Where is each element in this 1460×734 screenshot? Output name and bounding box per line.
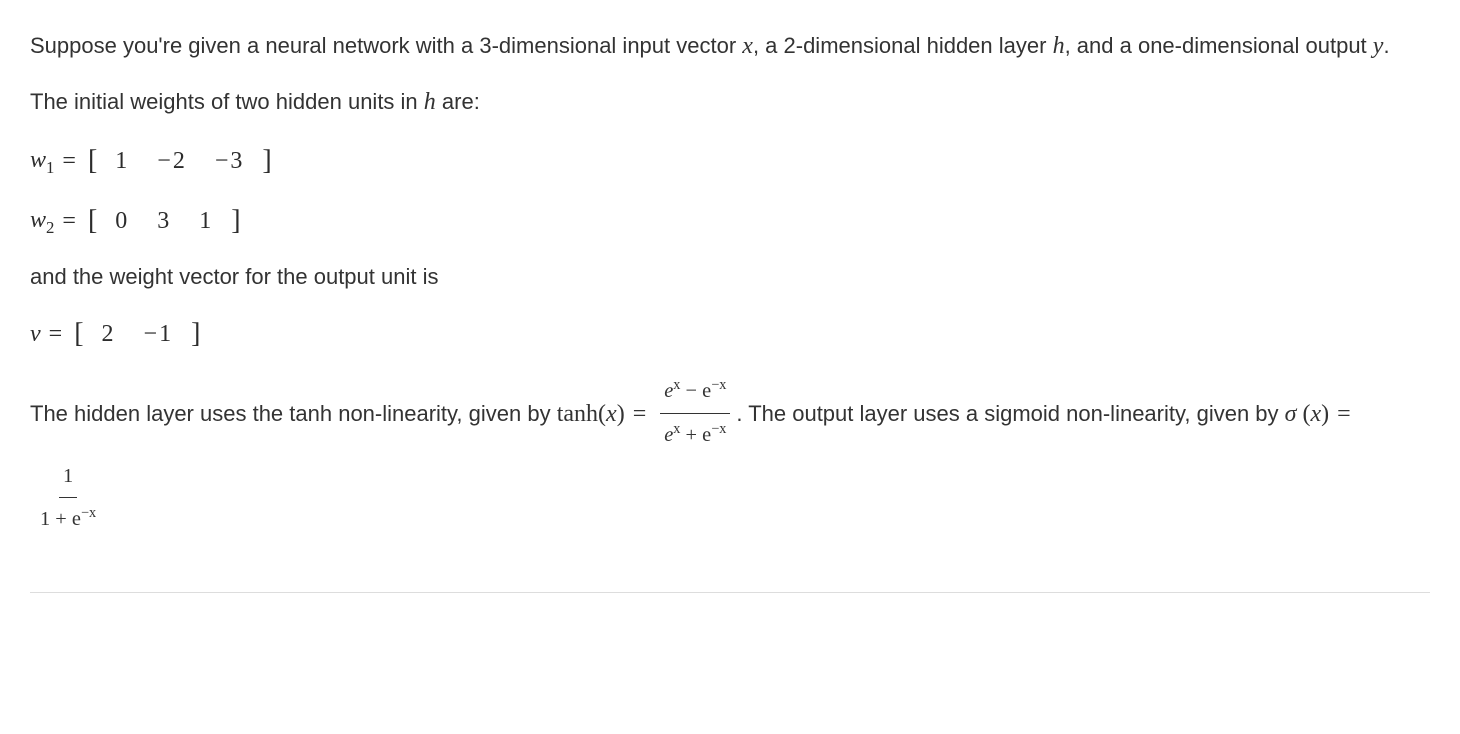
text-fragment: Suppose you're given a neural network wi… [30, 33, 742, 58]
text-fragment: . [1383, 33, 1389, 58]
subscript-2: 2 [46, 218, 54, 237]
matrix-values: 1 −2 −3 [97, 143, 262, 179]
denominator: 1 + e−x [36, 498, 100, 540]
matrix-value: 3 [157, 208, 171, 234]
matrix-value: 2 [102, 321, 116, 347]
matrix-value: 1 [115, 148, 129, 174]
output-weight-intro: and the weight vector for the output uni… [30, 260, 1430, 293]
one-plus-e: 1 + e [40, 508, 81, 530]
text-fragment: The hidden layer uses the tanh non-linea… [30, 401, 557, 426]
matrix-v: [ 2 −1 ] [74, 313, 200, 355]
sigmoid-fraction: 11 + e−x [36, 456, 100, 541]
weights-intro: The initial weights of two hidden units … [30, 84, 1430, 120]
variable-h: h [1053, 33, 1065, 59]
text-fragment: . The output layer uses a sigmoid non-li… [736, 401, 1284, 426]
matrix-values: 2 −1 [84, 316, 192, 352]
matrix-values: 0 3 1 [97, 203, 231, 239]
text-fragment: , a 2-dimensional hidden layer [753, 33, 1053, 58]
numerator: ex − e−x [660, 371, 730, 414]
equation-w2: w2 = [ 0 3 1 ] [30, 200, 1430, 242]
matrix-value: −1 [144, 321, 174, 347]
equals-sign: = [633, 401, 647, 427]
close-paren: ) [617, 401, 625, 427]
superscript-negx: −x [711, 421, 726, 437]
equals-sign: = [1337, 401, 1351, 427]
left-bracket: [ [88, 140, 97, 182]
right-bracket: ] [262, 140, 271, 182]
close-paren: ) [1321, 401, 1329, 427]
superscript-negx: −x [711, 377, 726, 393]
right-bracket: ] [231, 200, 240, 242]
right-bracket: ] [191, 313, 200, 355]
e-symbol: e [664, 380, 673, 402]
w1-symbol: w1 [30, 142, 54, 180]
text-fragment: are: [436, 89, 480, 114]
equals-sign: = [62, 203, 76, 239]
variable-x: x [606, 401, 617, 427]
tanh-fraction: ex − e−xex + e−x [660, 371, 730, 456]
plus-e: + e [680, 424, 711, 446]
denominator: ex + e−x [660, 414, 730, 456]
open-paren: ( [598, 401, 606, 427]
text-fragment: The initial weights of two hidden units … [30, 89, 424, 114]
matrix-value: 1 [199, 208, 213, 234]
w2-symbol: w2 [30, 202, 54, 240]
e-symbol: e [664, 424, 673, 446]
variable-x: x [742, 33, 753, 59]
tanh-expression: tanh(x)=ex − e−xex + e−x [557, 401, 737, 427]
equals-sign: = [49, 316, 63, 352]
matrix-value: −2 [157, 148, 187, 174]
variable-h: h [424, 89, 436, 115]
matrix-w1: [ 1 −2 −3 ] [88, 140, 272, 182]
text-fragment: , and a one-dimensional output [1065, 33, 1373, 58]
tanh-label: tanh [557, 401, 598, 427]
subscript-1: 1 [46, 158, 54, 177]
equals-sign: = [62, 143, 76, 179]
equation-w1: w1 = [ 1 −2 −3 ] [30, 140, 1430, 182]
problem-statement: Suppose you're given a neural network wi… [30, 28, 1430, 542]
left-bracket: [ [74, 313, 83, 355]
matrix-value: 0 [115, 208, 129, 234]
v-symbol: v [30, 316, 41, 352]
superscript-negx: −x [81, 506, 96, 522]
equation-v: v = [ 2 −1 ] [30, 313, 1430, 355]
w-label: w [30, 147, 46, 173]
w-label: w [30, 207, 46, 233]
numerator: 1 [59, 456, 77, 499]
nonlinearity-paragraph: The hidden layer uses the tanh non-linea… [30, 373, 1430, 542]
section-divider [30, 592, 1430, 593]
left-bracket: [ [88, 200, 97, 242]
matrix-w2: [ 0 3 1 ] [88, 200, 241, 242]
intro-paragraph: Suppose you're given a neural network wi… [30, 28, 1430, 64]
minus-e: − e [680, 380, 711, 402]
matrix-value: −3 [215, 148, 245, 174]
variable-x: x [1310, 401, 1321, 427]
sigma-label: σ [1285, 401, 1297, 427]
variable-y: y [1373, 33, 1384, 59]
